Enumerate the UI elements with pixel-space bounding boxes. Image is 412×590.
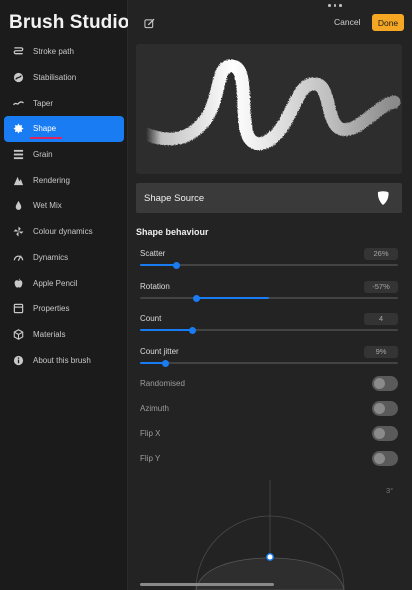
edit-icon[interactable] bbox=[144, 16, 155, 29]
slider-thumb[interactable] bbox=[172, 261, 180, 269]
dynamics-icon bbox=[12, 251, 24, 263]
slider-value[interactable]: 4 bbox=[364, 313, 398, 325]
flip-y-toggle[interactable] bbox=[372, 451, 398, 466]
active-underline bbox=[30, 137, 62, 139]
sidebar-item-stroke-path[interactable]: Stroke path bbox=[4, 39, 124, 65]
stroke-path-icon bbox=[12, 46, 24, 58]
flip-x-row: Flip X bbox=[140, 426, 400, 444]
sidebar-item-label: Apple Pencil bbox=[33, 278, 78, 288]
angle-handle bbox=[266, 553, 274, 561]
sidebar-item-label: About this brush bbox=[33, 355, 91, 365]
sidebar-item-label: Stroke path bbox=[33, 47, 74, 57]
shape-source-row[interactable]: Shape Source bbox=[136, 183, 402, 213]
properties-icon bbox=[12, 303, 24, 315]
slider-label: Scatter bbox=[140, 249, 166, 258]
slider-value[interactable]: 9% bbox=[364, 346, 398, 358]
slider-fill bbox=[140, 264, 177, 266]
slider-fill bbox=[196, 297, 269, 299]
sidebar-item-taper[interactable]: Taper bbox=[4, 90, 124, 116]
toggle-label: Randomised bbox=[140, 379, 185, 388]
shape-icon bbox=[12, 123, 24, 135]
wet-mix-icon bbox=[12, 200, 24, 212]
flip-x-toggle[interactable] bbox=[372, 426, 398, 441]
sidebar-item-label: Materials bbox=[33, 329, 66, 339]
info-icon bbox=[12, 354, 24, 366]
sidebar-item-label: Stabilisation bbox=[33, 73, 77, 83]
sidebar-item-label: Rendering bbox=[33, 175, 70, 185]
sidebar-item-label: Wet Mix bbox=[33, 201, 62, 211]
taper-icon bbox=[12, 97, 24, 109]
shape-source-thumbnail[interactable] bbox=[374, 189, 392, 207]
grain-icon bbox=[12, 149, 24, 161]
sidebar-item-rendering[interactable]: Rendering bbox=[4, 167, 124, 193]
home-indicator bbox=[140, 583, 274, 586]
preview-stroke bbox=[139, 59, 401, 151]
sidebar: Brush Studio Stroke path Stabilisation T… bbox=[0, 0, 130, 590]
apple-pencil-icon bbox=[12, 277, 24, 289]
done-button[interactable]: Done bbox=[372, 14, 404, 31]
sidebar-item-label: Dynamics bbox=[33, 252, 69, 262]
azimuth-row: Azimuth bbox=[140, 401, 400, 419]
materials-icon bbox=[12, 328, 24, 340]
main-panel: Cancel Done Shape Source Shape behaviour bbox=[128, 0, 412, 590]
sidebar-item-label: Properties bbox=[33, 304, 70, 314]
colour-dynamics-icon bbox=[12, 226, 24, 238]
shape-source-label: Shape Source bbox=[144, 192, 205, 204]
slider-track[interactable] bbox=[140, 326, 398, 334]
sidebar-item-stabilisation[interactable]: Stabilisation bbox=[4, 65, 124, 91]
toggle-label: Azimuth bbox=[140, 404, 169, 413]
sidebar-item-dynamics[interactable]: Dynamics bbox=[4, 245, 124, 271]
flip-y-row: Flip Y bbox=[140, 451, 400, 469]
roundness-graph[interactable] bbox=[128, 476, 412, 590]
slider-fill bbox=[140, 329, 193, 331]
slider-track[interactable] bbox=[140, 359, 398, 367]
sidebar-nav: Stroke path Stabilisation Taper Shape Gr… bbox=[4, 39, 124, 373]
slider-thumb[interactable] bbox=[162, 359, 170, 367]
sidebar-item-wet-mix[interactable]: Wet Mix bbox=[4, 193, 124, 219]
slider-value[interactable]: -57% bbox=[364, 281, 398, 293]
section-title: Shape behaviour bbox=[136, 227, 209, 237]
cancel-button[interactable]: Cancel bbox=[334, 17, 360, 27]
sidebar-item-label: Colour dynamics bbox=[33, 227, 93, 237]
slider-label: Count bbox=[140, 314, 162, 323]
sidebar-item-apple-pencil[interactable]: Apple Pencil bbox=[4, 270, 124, 296]
sidebar-item-properties[interactable]: Properties bbox=[4, 296, 124, 322]
stroke-preview[interactable] bbox=[136, 44, 402, 174]
sidebar-item-label: Taper bbox=[33, 98, 54, 108]
randomised-toggle[interactable] bbox=[372, 376, 398, 391]
slider-label: Count jitter bbox=[140, 347, 179, 356]
toggle-label: Flip X bbox=[140, 429, 161, 438]
slider-track[interactable] bbox=[140, 261, 398, 269]
slider-thumb[interactable] bbox=[193, 294, 201, 302]
slider-thumb[interactable] bbox=[189, 326, 197, 334]
rendering-icon bbox=[12, 174, 24, 186]
toggle-label: Flip Y bbox=[140, 454, 161, 463]
stabilisation-icon bbox=[12, 72, 24, 84]
sidebar-item-about[interactable]: About this brush bbox=[4, 347, 124, 373]
sidebar-item-grain[interactable]: Grain bbox=[4, 142, 124, 168]
angle-readout: 3° bbox=[386, 486, 394, 495]
azimuth-toggle[interactable] bbox=[372, 401, 398, 416]
sidebar-item-materials[interactable]: Materials bbox=[4, 322, 124, 348]
slider-track[interactable] bbox=[140, 294, 398, 302]
slider-value[interactable]: 26% bbox=[364, 248, 398, 260]
sidebar-item-colour-dynamics[interactable]: Colour dynamics bbox=[4, 219, 124, 245]
sidebar-item-label: Shape bbox=[33, 124, 57, 134]
drag-handle[interactable] bbox=[328, 4, 342, 7]
slider-label: Rotation bbox=[140, 282, 170, 291]
sidebar-item-label: Grain bbox=[33, 150, 53, 160]
app-title: Brush Studio bbox=[9, 12, 130, 33]
sidebar-item-shape[interactable]: Shape bbox=[4, 116, 124, 142]
randomised-row: Randomised bbox=[140, 376, 400, 394]
